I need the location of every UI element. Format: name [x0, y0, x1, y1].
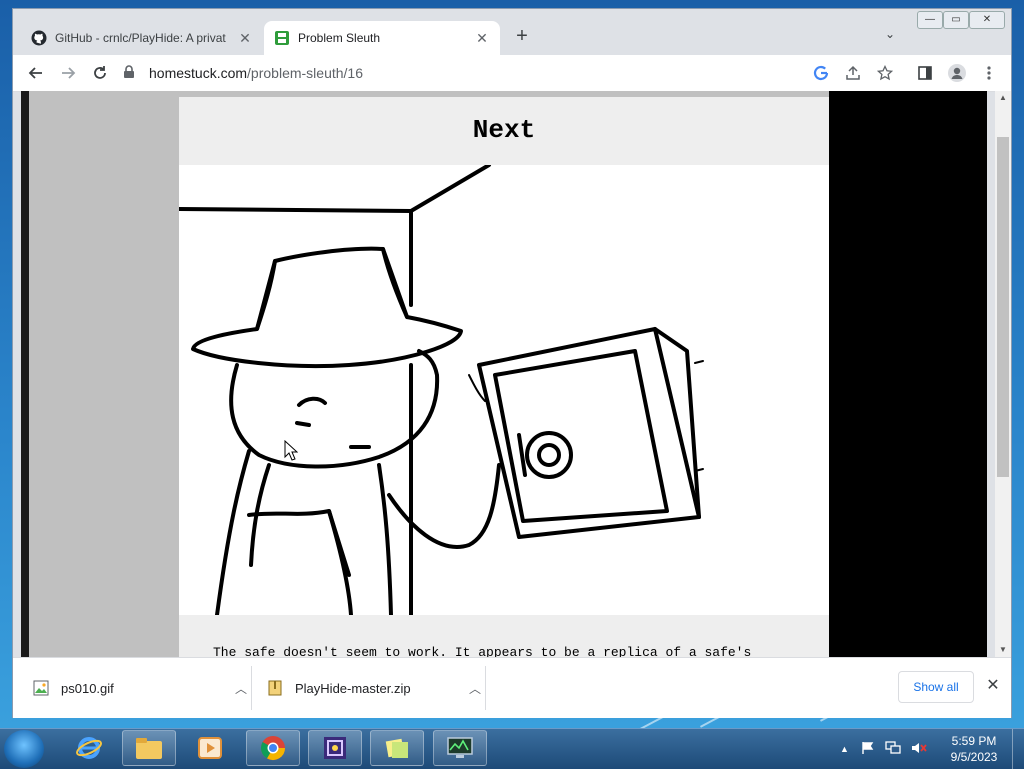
bookmark-star-icon[interactable] [872, 60, 898, 86]
mouse-cursor-icon [284, 439, 299, 467]
start-button[interactable] [4, 730, 44, 768]
zip-file-icon [267, 680, 283, 696]
google-translate-icon[interactable] [808, 60, 834, 86]
new-tab-button[interactable]: + [510, 25, 534, 49]
internet-explorer-icon[interactable] [62, 730, 116, 766]
download-item[interactable]: PlayHide-master.zip ︿ [247, 658, 485, 718]
minimize-button[interactable]: — [917, 11, 943, 29]
network-icon[interactable] [885, 740, 901, 758]
divider [485, 666, 486, 710]
clock-time: 5:59 PM [951, 734, 997, 748]
close-tab-icon[interactable]: ✕ [474, 30, 490, 47]
clock-date: 9/5/2023 [950, 750, 998, 764]
address-bar[interactable]: homestuck.com/problem-sleuth/16 [123, 58, 913, 88]
close-window-button[interactable]: ✕ [969, 11, 1005, 29]
tab-search-icon[interactable]: ⌄ [885, 27, 895, 41]
maximize-button[interactable]: ▭ [943, 11, 969, 29]
app-icon[interactable] [308, 730, 362, 766]
download-filename: ps010.gif [61, 680, 114, 696]
desktop-background: GitHub - crnlc/PlayHide: A privat ✕ Prob… [0, 0, 1024, 728]
page-viewport: Next The safe doesn't seem to work. It a… [21, 91, 987, 657]
action-center-flag-icon[interactable] [861, 741, 875, 758]
vertical-scrollbar[interactable]: ▲ ▼ [995, 91, 1011, 657]
left-border [21, 91, 29, 657]
image-file-icon [33, 680, 49, 696]
media-player-icon[interactable] [183, 730, 237, 766]
taskbar: ▲ 5:59 PM 9/5/2023 [0, 728, 1024, 769]
sticky-notes-icon[interactable] [370, 730, 424, 766]
url-path: /problem-sleuth/16 [247, 65, 363, 81]
tab-problem-sleuth[interactable]: Problem Sleuth ✕ [264, 21, 500, 55]
show-desktop-button[interactable] [1012, 729, 1024, 769]
download-bar: ps010.gif ︿ PlayHide-master.zip ︿ Show a… [13, 657, 1011, 718]
file-explorer-icon[interactable] [122, 730, 176, 766]
browser-toolbar: homestuck.com/problem-sleuth/16 [13, 55, 1011, 92]
right-black-panel [829, 91, 987, 657]
comic-panel-image [177, 163, 829, 617]
page-title: Next [472, 115, 536, 145]
panel-caption: The safe doesn't seem to work. It appear… [213, 645, 752, 657]
tab-title: Problem Sleuth [298, 31, 381, 45]
github-icon [31, 30, 47, 46]
forward-icon[interactable] [55, 60, 81, 86]
mspa-favicon-icon [274, 30, 290, 46]
chrome-icon[interactable] [246, 730, 300, 766]
show-all-button[interactable]: Show all [898, 671, 974, 703]
profile-avatar-icon[interactable] [944, 60, 970, 86]
lock-icon [123, 64, 143, 82]
download-filename: PlayHide-master.zip [295, 680, 411, 696]
scrollbar-thumb[interactable] [997, 137, 1009, 477]
comic-page: Next The safe doesn't seem to work. It a… [177, 97, 829, 657]
download-item[interactable]: ps010.gif ︿ [13, 658, 251, 718]
scroll-up-icon[interactable]: ▲ [995, 91, 1011, 105]
tab-title: GitHub - crnlc/PlayHide: A privat [55, 31, 226, 45]
chrome-window: GitHub - crnlc/PlayHide: A privat ✕ Prob… [12, 8, 1012, 718]
close-tab-icon[interactable]: ✕ [237, 30, 253, 47]
share-icon[interactable] [840, 60, 866, 86]
side-panel-icon[interactable] [912, 60, 938, 86]
tray-expand-icon[interactable]: ▲ [840, 744, 849, 754]
reload-icon[interactable] [87, 60, 113, 86]
system-clock[interactable]: 5:59 PM 9/5/2023 [948, 733, 1000, 765]
tab-strip: GitHub - crnlc/PlayHide: A privat ✕ Prob… [13, 9, 1011, 55]
close-download-bar-icon[interactable]: ✕ [983, 676, 1003, 696]
network-monitor-icon[interactable] [433, 730, 487, 766]
tab-github[interactable]: GitHub - crnlc/PlayHide: A privat ✕ [21, 21, 263, 55]
back-icon[interactable] [23, 60, 49, 86]
scroll-down-icon[interactable]: ▼ [995, 643, 1011, 657]
url-host: homestuck.com [149, 65, 248, 81]
chevron-up-icon[interactable]: ︿ [465, 680, 485, 697]
volume-muted-icon[interactable] [911, 741, 927, 758]
more-menu-icon[interactable] [976, 60, 1002, 86]
system-tray: ▲ [840, 729, 927, 769]
